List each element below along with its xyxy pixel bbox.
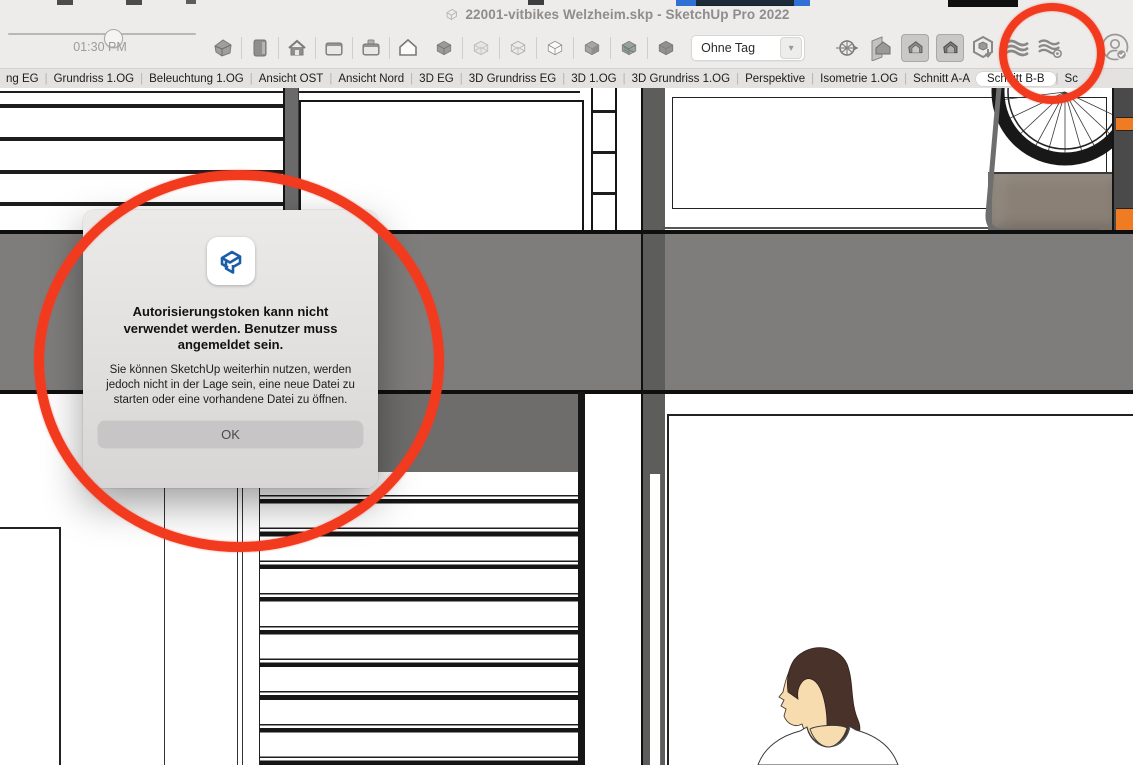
scene-tab[interactable]: Grundriss 1.OG <box>48 72 141 86</box>
background-window-fragment <box>126 0 142 5</box>
section-plane-icon[interactable] <box>868 35 894 61</box>
tag-dropdown-value: Ohne Tag <box>692 41 780 55</box>
slider-track[interactable] <box>8 33 196 35</box>
sketchup-logo-icon <box>443 7 458 22</box>
section-cut-icon[interactable] <box>901 34 929 62</box>
component-icon[interactable] <box>247 35 273 61</box>
section-fill-icon[interactable] <box>936 34 964 62</box>
stair-stringer <box>578 392 585 765</box>
drawing-line <box>0 137 283 141</box>
scene-tab[interactable]: ng EG <box>0 72 45 86</box>
scene-tab[interactable]: Ansicht Nord <box>332 72 410 86</box>
toolbar-separator <box>647 37 648 59</box>
house-outline-icon[interactable] <box>395 35 421 61</box>
style-back-edges-icon[interactable] <box>468 35 494 61</box>
wall-corner <box>0 527 61 765</box>
background-button-fragment <box>696 0 794 6</box>
app-chrome: 22001-vitbikes Welzheim.skp - SketchUp P… <box>0 0 1133 89</box>
scene-tab-bar: ng EG| Grundriss 1.OG| Beleuchtung 1.OG|… <box>0 68 1133 89</box>
chevron-down-icon[interactable]: ▾ <box>780 37 802 59</box>
background-window-fragment <box>186 0 196 4</box>
background-window-fragment <box>528 0 544 5</box>
house-3d-icon[interactable] <box>210 35 236 61</box>
style-wireframe-icon[interactable] <box>505 35 531 61</box>
scene-tab[interactable]: Isometrie 1.OG <box>814 72 904 86</box>
scene-tab[interactable]: Beleuchtung 1.OG <box>143 72 250 86</box>
background-window-fragment <box>57 0 73 5</box>
scene-tab[interactable]: 3D 1.OG <box>565 72 622 86</box>
scene-tab[interactable]: Perspektive <box>739 72 811 86</box>
drawing-line <box>0 104 283 108</box>
style-monochrome-icon[interactable] <box>653 35 679 61</box>
toolbar-separator <box>499 37 500 59</box>
scene-tab[interactable]: 3D Grundriss 1.OG <box>626 72 736 86</box>
scene-tab[interactable]: Ansicht OST <box>253 72 330 86</box>
scene-tab[interactable]: Schnitt A-A <box>907 72 976 86</box>
wall-column-band <box>641 234 665 391</box>
toolbar-separator <box>241 37 242 59</box>
background-window-fragment <box>948 0 1018 7</box>
scene-tab[interactable]: 3D Grundriss EG <box>463 72 563 86</box>
annotation-circle-dialog <box>34 170 444 552</box>
annotation-circle-account <box>999 3 1105 104</box>
toolbar-separator <box>610 37 611 59</box>
shelf-boxes <box>591 88 617 233</box>
toolbar-separator <box>278 37 279 59</box>
toolbar-separator <box>536 37 537 59</box>
style-textured-icon[interactable] <box>616 35 642 61</box>
style-hidden-line-icon[interactable] <box>542 35 568 61</box>
scene-tab[interactable]: 3D EG <box>413 72 460 86</box>
orange-accent <box>1116 208 1133 232</box>
shadow-time-slider[interactable]: 01:30 PM <box>0 28 210 68</box>
classifier-icon[interactable] <box>970 35 996 61</box>
toolbar: 01:30 PM <box>0 28 1133 68</box>
toolbar-separator <box>315 37 316 59</box>
home-icon[interactable] <box>284 35 310 61</box>
model-viewport[interactable]: Autorisierungstoken kann nicht verwendet… <box>0 88 1133 765</box>
toolbar-separator <box>462 37 463 59</box>
sketchup-window: { "window": { "title": "22001-vitbikes W… <box>0 0 1133 765</box>
toolbar-separator <box>573 37 574 59</box>
window-title: 22001-vitbikes Welzheim.skp - SketchUp P… <box>465 7 789 22</box>
person-figure <box>750 640 910 765</box>
bike-stand <box>975 88 1105 234</box>
toolbar-separator <box>352 37 353 59</box>
drawer-icon[interactable] <box>321 35 347 61</box>
toolbar-separator <box>389 37 390 59</box>
orange-accent <box>1116 117 1133 131</box>
axes-compass-icon[interactable] <box>834 35 860 61</box>
stairwell-wall-void <box>650 474 661 765</box>
tag-dropdown[interactable]: Ohne Tag ▾ <box>691 35 805 61</box>
slider-time-label: 01:30 PM <box>0 40 200 54</box>
edge-column <box>1112 88 1133 233</box>
style-xray-icon[interactable] <box>431 35 457 61</box>
drawer-open-icon[interactable] <box>358 35 384 61</box>
style-shaded-icon[interactable] <box>579 35 605 61</box>
